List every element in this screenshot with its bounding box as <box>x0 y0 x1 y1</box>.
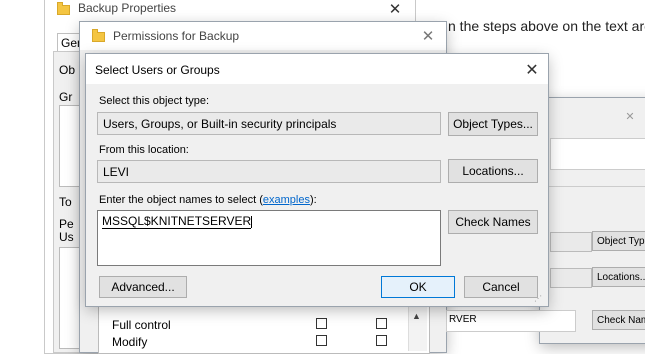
examples-link[interactable]: examples <box>263 194 310 206</box>
label-to: To <box>59 195 72 209</box>
object-names-value: MSSQL$KNITNETSERVER <box>102 214 252 229</box>
select-users-dialog: Select Users or Groups ✕ Select this obj… <box>86 54 548 306</box>
close-icon[interactable]: ✕ <box>418 26 438 46</box>
check-names-button-bg-2[interactable]: Check Nam <box>592 310 645 330</box>
close-icon[interactable]: ✕ <box>522 59 542 79</box>
label-group: Gr <box>59 90 73 104</box>
object-types-button[interactable]: Object Types... <box>448 112 538 136</box>
backup-properties-title: Backup Properties <box>78 1 177 15</box>
permission-row-full-control-label: Full control <box>112 318 171 332</box>
advanced-button[interactable]: Advanced... <box>99 276 187 298</box>
close-icon[interactable]: ✕ <box>385 0 405 19</box>
permissions-title: Permissions for Backup <box>113 29 240 43</box>
location-label: From this location: <box>99 144 189 156</box>
right-field-location <box>550 268 592 288</box>
backdrop-text: n the steps above on the text are <box>448 18 645 34</box>
label-object: Ob <box>59 63 76 77</box>
object-type-field: Users, Groups, or Built-in security prin… <box>97 112 441 135</box>
resize-grip-icon[interactable]: ⋰ <box>534 294 542 303</box>
names-label-prefix: Enter the object names to select ( <box>99 194 263 206</box>
permission-row-modify-label: Modify <box>112 335 148 349</box>
object-types-button-bg[interactable]: Object Type <box>592 231 645 251</box>
right-divider <box>540 186 645 187</box>
label-us: Us <box>59 230 74 244</box>
locations-button-bg[interactable]: Locations... <box>592 267 645 287</box>
text-cursor <box>251 215 253 228</box>
names-label: Enter the object names to select (exampl… <box>99 194 317 206</box>
deny-full-control-checkbox[interactable] <box>376 318 387 329</box>
location-field: LEVI <box>97 160 441 183</box>
object-names-input[interactable]: MSSQL$KNITNETSERVER <box>97 210 441 266</box>
object-type-label: Select this object type: <box>99 95 210 107</box>
check-names-button[interactable]: Check Names <box>448 210 538 234</box>
label-pe: Pe <box>59 217 74 231</box>
folder-icon <box>92 29 105 42</box>
background-select-dialog: ✕ Object Type Locations... Check Nam <box>540 98 645 343</box>
allow-modify-checkbox[interactable] <box>316 335 327 346</box>
close-icon[interactable]: ✕ <box>620 106 640 126</box>
deny-modify-checkbox[interactable] <box>376 335 387 346</box>
ok-button[interactable]: OK <box>381 276 455 298</box>
folder-icon <box>57 2 70 15</box>
background-names-field[interactable]: RVER <box>446 310 576 332</box>
select-dialog-title: Select Users or Groups <box>95 63 220 77</box>
allow-full-control-checkbox[interactable] <box>316 318 327 329</box>
right-field-object <box>550 232 592 252</box>
names-label-suffix: ): <box>309 194 317 206</box>
cancel-button[interactable]: Cancel <box>464 276 538 298</box>
right-field-1 <box>550 138 645 170</box>
scroll-up-icon[interactable]: ▲ <box>412 311 421 321</box>
locations-button[interactable]: Locations... <box>448 159 538 183</box>
